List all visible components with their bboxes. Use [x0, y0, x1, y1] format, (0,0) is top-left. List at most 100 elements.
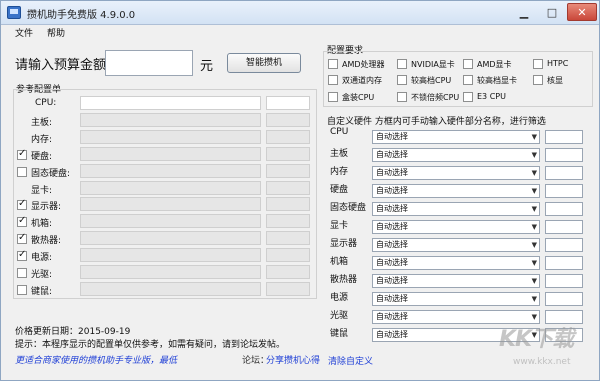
custom-select-disk[interactable]: 自动选择 ▼: [372, 184, 540, 198]
unlocked-cpu-checkbox[interactable]: [397, 92, 407, 102]
ref-label-optical: 光驱:: [31, 270, 53, 280]
custom-filter-cpu[interactable]: [545, 130, 583, 144]
ssd-checkbox[interactable]: [17, 167, 27, 177]
ref-price-motherboard: [266, 113, 310, 127]
custom-select-cooler[interactable]: 自动选择 ▼: [372, 274, 540, 288]
custom-filter-monitor[interactable]: [545, 238, 583, 252]
custom-label-psu: 电源: [330, 293, 349, 303]
custom-label-gpu: 显卡: [330, 221, 349, 231]
dual-channel-label: 双通道内存: [342, 76, 382, 85]
ref-label-ssd: 固态硬盘:: [31, 169, 71, 179]
ref-label-gpu: 显卡:: [31, 186, 53, 196]
dual-channel-checkbox[interactable]: [328, 75, 338, 85]
custom-filter-gpu[interactable]: [545, 220, 583, 234]
custom-filter-cooler[interactable]: [545, 274, 583, 288]
ref-price-cpu: [266, 96, 310, 110]
ref-label-motherboard: 主板:: [31, 118, 53, 128]
ref-price-disk: [266, 147, 310, 161]
custom-filter-psu[interactable]: [545, 292, 583, 306]
smart-build-button[interactable]: 智能攒机: [227, 53, 301, 73]
pro-version-link[interactable]: 更适合商家使用的攒机助手专业版，最低: [15, 353, 177, 366]
ref-price-memory: [266, 130, 310, 144]
title-bar: 攒机助手免费版 4.9.0.0 ▁ □ ✕: [1, 1, 599, 25]
budget-label: 请输入预算金额: [15, 58, 107, 73]
keyboard-mouse-checkbox[interactable]: [17, 285, 27, 295]
igpu-checkbox[interactable]: [533, 75, 543, 85]
clear-custom-link[interactable]: 清除自定义: [328, 354, 373, 367]
disk-checkbox[interactable]: [17, 148, 27, 160]
ref-price-ssd: [266, 164, 310, 178]
ref-field-monitor: [80, 197, 261, 211]
custom-filter-case[interactable]: [545, 256, 583, 270]
minimize-button[interactable]: ▁: [511, 3, 537, 21]
custom-select-ssd[interactable]: 自动选择 ▼: [372, 202, 540, 216]
custom-filter-memory[interactable]: [545, 166, 583, 180]
ref-price-cooler: [266, 231, 310, 245]
psu-checkbox[interactable]: [17, 249, 27, 261]
custom-label-cooler: 散热器: [330, 275, 358, 285]
close-button[interactable]: ✕: [567, 3, 597, 21]
custom-select-memory[interactable]: 自动选择 ▼: [372, 166, 540, 180]
custom-select-case[interactable]: 自动选择 ▼: [372, 256, 540, 270]
forum-label: 论坛：: [242, 356, 270, 366]
optical-checkbox[interactable]: [17, 268, 27, 278]
menu-bar: 文件 帮助: [1, 25, 599, 39]
custom-label-ssd: 固态硬盘: [330, 203, 367, 213]
ref-field-cpu: [80, 96, 261, 110]
ref-price-psu: [266, 248, 310, 262]
high-gpu-label: 较高档显卡: [477, 76, 517, 85]
currency-unit: 元: [200, 59, 214, 74]
ref-price-optical: [266, 265, 310, 279]
monitor-checkbox[interactable]: [17, 198, 27, 210]
menu-file[interactable]: 文件: [15, 26, 33, 39]
window-title: 攒机助手免费版 4.9.0.0: [27, 10, 136, 21]
menu-help[interactable]: 帮助: [47, 26, 65, 39]
htpc-checkbox[interactable]: [533, 59, 543, 69]
custom-label-memory: 内存: [330, 167, 349, 177]
htpc-label: HTPC: [547, 59, 569, 68]
maximize-button[interactable]: □: [539, 3, 565, 21]
custom-hardware-title: 自定义硬件 方框内可手动输入硬件部分名称，进行筛选: [327, 117, 546, 127]
custom-select-monitor[interactable]: 自动选择 ▼: [372, 238, 540, 252]
case-checkbox[interactable]: [17, 215, 27, 227]
custom-label-motherboard: 主板: [330, 149, 349, 159]
budget-input[interactable]: [105, 50, 193, 76]
custom-select-psu[interactable]: 自动选择 ▼: [372, 292, 540, 306]
ref-label-case: 机箱:: [31, 219, 53, 229]
amd-gpu-checkbox[interactable]: [463, 59, 473, 69]
watermark-url: www.kkx.net: [513, 357, 571, 367]
custom-select-cpu[interactable]: 自动选择 ▼: [372, 130, 540, 144]
custom-label-monitor: 显示器: [330, 239, 358, 249]
ref-price-gpu: [266, 181, 310, 195]
e3-cpu-checkbox[interactable]: [463, 92, 473, 102]
ref-field-disk: [80, 147, 261, 161]
ref-label-psu: 电源:: [31, 253, 53, 263]
ref-label-cpu: CPU:: [35, 98, 57, 108]
ref-field-ssd: [80, 164, 261, 178]
custom-filter-ssd[interactable]: [545, 202, 583, 216]
boxed-cpu-checkbox[interactable]: [328, 92, 338, 102]
ref-field-case: [80, 214, 261, 228]
amd-gpu-label: AMD显卡: [477, 60, 512, 69]
custom-filter-disk[interactable]: [545, 184, 583, 198]
ref-field-cooler: [80, 231, 261, 245]
high-cpu-checkbox[interactable]: [397, 75, 407, 85]
price-update-date: 价格更新日期：2015-09-19: [15, 327, 131, 337]
tip-text: 提示：本程序显示的配置单仅供参考，如需有疑问，请到论坛发帖。: [15, 340, 286, 350]
ref-label-monitor: 显示器:: [31, 202, 62, 212]
custom-label-cpu: CPU: [330, 127, 349, 137]
custom-filter-motherboard[interactable]: [545, 148, 583, 162]
amd-cpu-checkbox[interactable]: [328, 59, 338, 69]
custom-label-disk: 硬盘: [330, 185, 349, 195]
cooler-checkbox[interactable]: [17, 232, 27, 244]
nvidia-gpu-checkbox[interactable]: [397, 59, 407, 69]
custom-select-gpu[interactable]: 自动选择 ▼: [372, 220, 540, 234]
forum-link[interactable]: 分享攒机心得: [266, 353, 320, 366]
high-gpu-checkbox[interactable]: [463, 75, 473, 85]
custom-label-keyboard-mouse: 键鼠: [330, 329, 349, 339]
custom-label-optical: 光驱: [330, 311, 349, 321]
ref-price-case: [266, 214, 310, 228]
igpu-label: 核显: [547, 76, 563, 85]
high-cpu-label: 较高档CPU: [411, 76, 452, 85]
custom-select-motherboard[interactable]: 自动选择 ▼: [372, 148, 540, 162]
